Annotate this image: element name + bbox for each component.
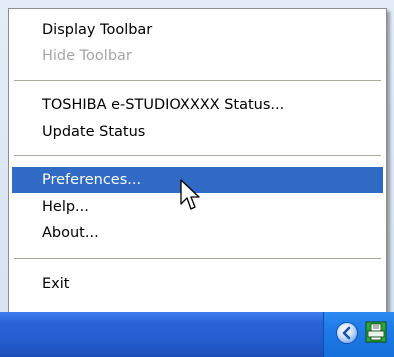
tray-context-menu: Display Toolbar Hide Toolbar TOSHIBA e-S…	[8, 8, 387, 314]
mouse-cursor-icon	[180, 179, 200, 210]
menu-item-device-status[interactable]: TOSHIBA e-STUDIOXXXX Status...	[12, 92, 383, 118]
chevron-left-icon	[342, 326, 351, 340]
menu-item-about[interactable]: About...	[12, 220, 383, 246]
menu-separator	[14, 80, 381, 82]
show-hidden-icons-button[interactable]	[336, 322, 358, 344]
menu-item-display-toolbar[interactable]: Display Toolbar	[12, 17, 383, 43]
menu-item-hide-toolbar: Hide Toolbar	[42, 48, 132, 64]
menu-separator	[14, 155, 381, 157]
printer-status-icon[interactable]	[365, 321, 387, 343]
menu-separator	[14, 258, 381, 260]
menu-item-update-status[interactable]: Update Status	[12, 119, 383, 145]
menu-item-exit[interactable]: Exit	[12, 271, 383, 297]
